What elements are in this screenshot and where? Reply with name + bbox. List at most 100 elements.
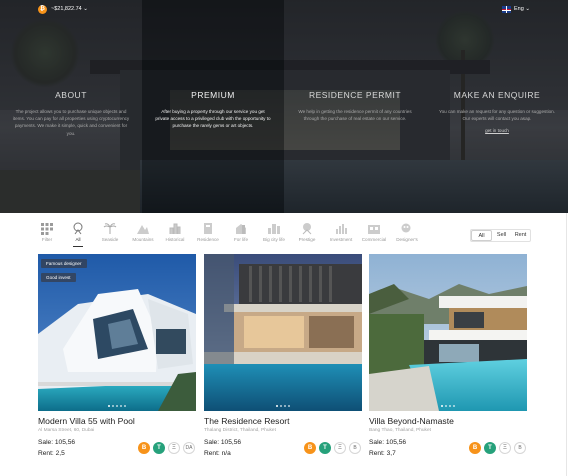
listing-type-toggle: All Sell Rent <box>470 229 531 242</box>
investment-icon <box>336 224 347 234</box>
property-image[interactable]: Famous designer Good invest <box>38 254 196 411</box>
category-seaside[interactable]: Seaside <box>95 222 125 250</box>
balance-value: ~$21,822.74 <box>51 6 82 12</box>
property-address: Thalang District, Thailand, Phuket <box>204 428 276 433</box>
category-all[interactable]: All <box>63 222 93 250</box>
ethereum-icon: Ξ <box>499 442 511 454</box>
residence-icon <box>204 223 212 234</box>
category-historical[interactable]: Historical <box>160 222 190 250</box>
historical-icon <box>169 223 181 234</box>
category-label: Mountains <box>132 237 154 242</box>
panel-text: After buying a property through our serv… <box>155 109 271 129</box>
panel-residence-permit[interactable]: RESIDENCE PERMIT We help in getting the … <box>284 0 426 213</box>
category-for-life[interactable]: For life <box>226 222 256 250</box>
property-rent-price: Rent: 2,5 <box>38 450 65 457</box>
property-rent-price: Rent: n/a <box>204 450 231 457</box>
bitcoin-icon: ₿ <box>38 5 47 14</box>
page-edge-divider <box>566 213 567 476</box>
dash-icon: DA <box>183 442 195 454</box>
panel-text: The project allows you to purchase uniqu… <box>12 109 130 136</box>
panel-title: MAKE AN ENQUIRE <box>453 90 541 100</box>
property-title[interactable]: The Residence Resort <box>204 416 290 426</box>
image-carousel-dots[interactable] <box>204 405 362 407</box>
category-label: Big city life <box>263 237 285 242</box>
balance-dropdown[interactable]: ~$21,822.74 ⌄ <box>51 6 88 12</box>
villa-photo <box>369 254 527 411</box>
property-sale-price: Sale: 105,56 <box>204 439 242 446</box>
ethereum-icon: Ξ <box>334 442 346 454</box>
category-label: Residence <box>197 237 219 242</box>
image-carousel-dots[interactable] <box>369 405 527 407</box>
panel-make-enquire[interactable]: MAKE AN ENQUIRE You can make an request … <box>426 0 568 213</box>
language-dropdown[interactable]: Eng ⌄ <box>514 6 530 12</box>
property-rent-price: Rent: 3,7 <box>369 450 396 457</box>
panel-title: ABOUT <box>55 90 87 100</box>
bitcoin-icon: B <box>138 442 150 454</box>
uk-flag-icon <box>502 6 511 13</box>
property-sale-price: Sale: 105,56 <box>369 439 407 446</box>
filter-label: Filter <box>41 237 53 242</box>
mountains-icon <box>137 225 149 234</box>
designer-icon <box>401 223 411 233</box>
property-sale-price: Sale: 105,56 <box>38 439 76 446</box>
panel-premium[interactable]: PREMIUM After buying a property through … <box>142 0 284 213</box>
category-commercial[interactable]: Commercial <box>359 222 389 250</box>
category-mountains[interactable]: Mountains <box>128 222 158 250</box>
property-image[interactable] <box>369 254 527 411</box>
commercial-icon <box>368 225 380 234</box>
hero-banner: ABOUT The project allows you to purchase… <box>0 0 568 213</box>
segment-all[interactable]: All <box>471 230 492 241</box>
bitcoin-icon: B <box>469 442 481 454</box>
category-label: Prestige <box>298 237 316 242</box>
category-label: Commercial <box>361 237 387 242</box>
segment-rent[interactable]: Rent <box>511 230 530 241</box>
prestige-icon <box>302 223 312 235</box>
badge-famous-designer: Famous designer <box>41 259 87 268</box>
badge-good-invest: Good invest <box>41 273 76 282</box>
category-label: All <box>75 237 81 242</box>
tether-icon: T <box>484 442 496 454</box>
property-address: Bang Thao, Thailand, Phuket <box>369 428 431 433</box>
property-card[interactable]: Villa Beyond-Namaste Bang Thao, Thailand… <box>369 254 527 476</box>
accepted-crypto: B T Ξ B <box>469 442 526 454</box>
property-title[interactable]: Modern Villa 55 with Pool <box>38 416 135 426</box>
image-carousel-dots[interactable] <box>38 405 196 407</box>
get-in-touch-link[interactable]: get in touch <box>426 128 568 133</box>
language-value: Eng <box>514 6 524 12</box>
accepted-crypto: B T Ξ B <box>304 442 361 454</box>
ethereum-icon: Ξ <box>168 442 180 454</box>
bitcoin-outline-icon: B <box>514 442 526 454</box>
panel-text: We help in getting the residence permit … <box>298 109 412 122</box>
segment-sell[interactable]: Sell <box>492 230 511 241</box>
property-image[interactable] <box>204 254 362 411</box>
property-card[interactable]: The Residence Resort Thalang District, T… <box>204 254 362 476</box>
category-investment[interactable]: Investment <box>326 222 356 250</box>
category-label: Designer's <box>396 237 418 242</box>
all-icon <box>73 222 83 235</box>
category-designers[interactable]: Designer's <box>392 222 422 250</box>
category-big-city-life[interactable]: Big city life <box>259 222 289 250</box>
bitcoin-icon: B <box>304 442 316 454</box>
tether-icon: T <box>319 442 331 454</box>
palm-icon <box>103 223 117 234</box>
tether-icon: T <box>153 442 165 454</box>
category-label: For life <box>233 237 249 242</box>
filter-button[interactable]: Filter <box>32 222 62 250</box>
category-label: Historical <box>165 237 185 242</box>
filter-icon <box>41 223 53 235</box>
category-residence[interactable]: Residence <box>193 222 223 250</box>
category-prestige[interactable]: Prestige <box>292 222 322 250</box>
city-icon <box>268 224 280 234</box>
property-address: Al Marsa Street, 60, Dubai <box>38 428 95 433</box>
category-label: Seaside <box>101 237 119 242</box>
property-title[interactable]: Villa Beyond-Namaste <box>369 416 454 426</box>
panel-title: RESIDENCE PERMIT <box>308 90 402 100</box>
panel-about[interactable]: ABOUT The project allows you to purchase… <box>0 0 142 213</box>
resort-photo <box>204 254 362 411</box>
panel-title: PREMIUM <box>191 90 235 100</box>
accepted-crypto: B T Ξ DA <box>138 442 195 454</box>
property-card[interactable]: Famous designer Good invest Modern Villa… <box>38 254 196 476</box>
category-label: Investment <box>329 237 353 242</box>
bitcoin-outline-icon: B <box>349 442 361 454</box>
house-icon <box>236 224 246 234</box>
